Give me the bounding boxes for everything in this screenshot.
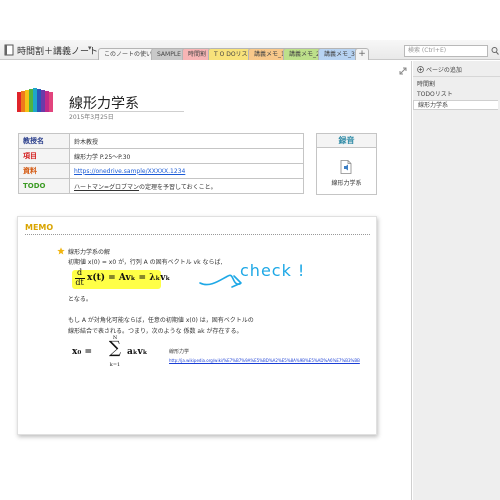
memo-note[interactable]: MEMO 線形力学系の解 初期値 x(0) = x0 が，行列 A の固有ベクト… — [17, 216, 377, 435]
tab-label: SAMPLE — [157, 51, 181, 58]
memo-heading: 線形力学系の解 — [68, 249, 111, 256]
add-page-label: ページの追加 — [426, 67, 462, 74]
recording-file-name[interactable]: 線形力学系 — [317, 178, 376, 187]
professor-label: 教授名 — [18, 133, 70, 149]
add-section-button[interactable]: + — [355, 48, 369, 60]
page-item-linear-dynamics[interactable]: 線形力学系 — [413, 100, 498, 110]
audio-file-icon[interactable] — [340, 160, 352, 174]
equation2-sum-symbol: ∑ — [108, 338, 122, 358]
table-row: TODO ハートマン=グロブマンの定理を予習しておくこと。 — [18, 178, 304, 194]
notebook-icon — [4, 44, 14, 56]
memo-divider — [25, 234, 370, 235]
table-row: 項目 線形力学 P.25～P.30 — [18, 148, 304, 164]
todo-theorem-name: ハートマン=グロブマン — [74, 183, 140, 191]
rainbow-stripes-logo — [17, 88, 53, 112]
equation1-derivative-top: d — [76, 268, 83, 277]
tab-label: 講義メモ_1 — [254, 51, 285, 58]
page-list-panel: ページの追加 時間割 TODOリスト 線形力学系 — [413, 61, 500, 500]
topic-label: 項目 — [18, 148, 70, 164]
add-page-button[interactable]: ページの追加 — [417, 65, 462, 74]
page-item-todo[interactable]: TODOリスト — [413, 90, 498, 100]
todo-value[interactable]: ハートマン=グロブマンの定理を予習しておくこと。 — [69, 178, 304, 194]
material-label: 資料 — [18, 163, 70, 179]
notebook-dropdown-icon[interactable]: ▾ — [88, 44, 92, 52]
reference-link[interactable]: http://ja.wikipedia.org/wiki/%E7%B7%9A%E… — [169, 358, 360, 363]
equation1-derivative-bottom: dt — [75, 278, 84, 287]
search-icon[interactable] — [490, 45, 500, 57]
tab-label: 時間割 — [188, 51, 207, 58]
equation2-lhs: x₀ = — [72, 347, 92, 357]
todo-text: の定理を予習しておくこと。 — [139, 183, 217, 191]
tab-label: このノートの使い方 — [104, 51, 159, 58]
equation1-rhs: x(t) = Avₖ = λₖvₖ — [87, 273, 171, 283]
todo-label: TODO — [18, 178, 70, 194]
equation2-sum-lower: k=1 — [109, 362, 121, 368]
equation2-term: aₖvₖ — [127, 347, 148, 357]
star-icon — [57, 247, 65, 255]
expand-icon[interactable] — [398, 66, 408, 76]
notebook-title[interactable]: 時間割＋講義ノート — [17, 44, 98, 57]
memo-line-4: 線形結合で表される。つまり，次のような 係数 ak が存在する。 — [68, 328, 243, 335]
tab-label: 講義メモ_3 — [324, 51, 355, 58]
check-annotation: check ! — [240, 261, 306, 280]
memo-line-2: となる。 — [68, 296, 92, 303]
table-row: 教授名 鈴木教授 — [18, 133, 304, 149]
memo-label: MEMO — [25, 223, 54, 232]
table-row: 資料 https://onedrive.sample/XXXXX.1234 — [18, 163, 304, 179]
memo-line-3: もし A が対角化可能ならば，任意の初期値 x(0) は，固有ベクトルの — [68, 317, 254, 324]
page-title[interactable]: 線形力学系 — [69, 93, 139, 113]
plus-circle-icon — [417, 66, 424, 73]
recording-header: 録音 — [317, 134, 376, 148]
material-link-cell: https://onedrive.sample/XXXXX.1234 — [69, 163, 304, 179]
panel-divider — [413, 76, 500, 77]
page-item-timetable[interactable]: 時間割 — [413, 80, 498, 90]
page-date: 2015年3月25日 — [69, 114, 114, 121]
material-link[interactable]: https://onedrive.sample/XXXXX.1234 — [74, 168, 185, 175]
professor-value[interactable]: 鈴木教授 — [69, 133, 304, 149]
topic-value[interactable]: 線形力学 P.25～P.30 — [69, 148, 304, 164]
search-input[interactable]: 検索 (Ctrl+E) — [404, 45, 488, 57]
lecture-info-table: 教授名 鈴木教授 項目 線形力学 P.25～P.30 資料 https://on… — [18, 133, 304, 194]
recording-box: 録音 線形力学系 — [316, 133, 377, 195]
tab-label: 講義メモ_2 — [289, 51, 320, 58]
reference-label: 線形力学 — [169, 349, 190, 355]
